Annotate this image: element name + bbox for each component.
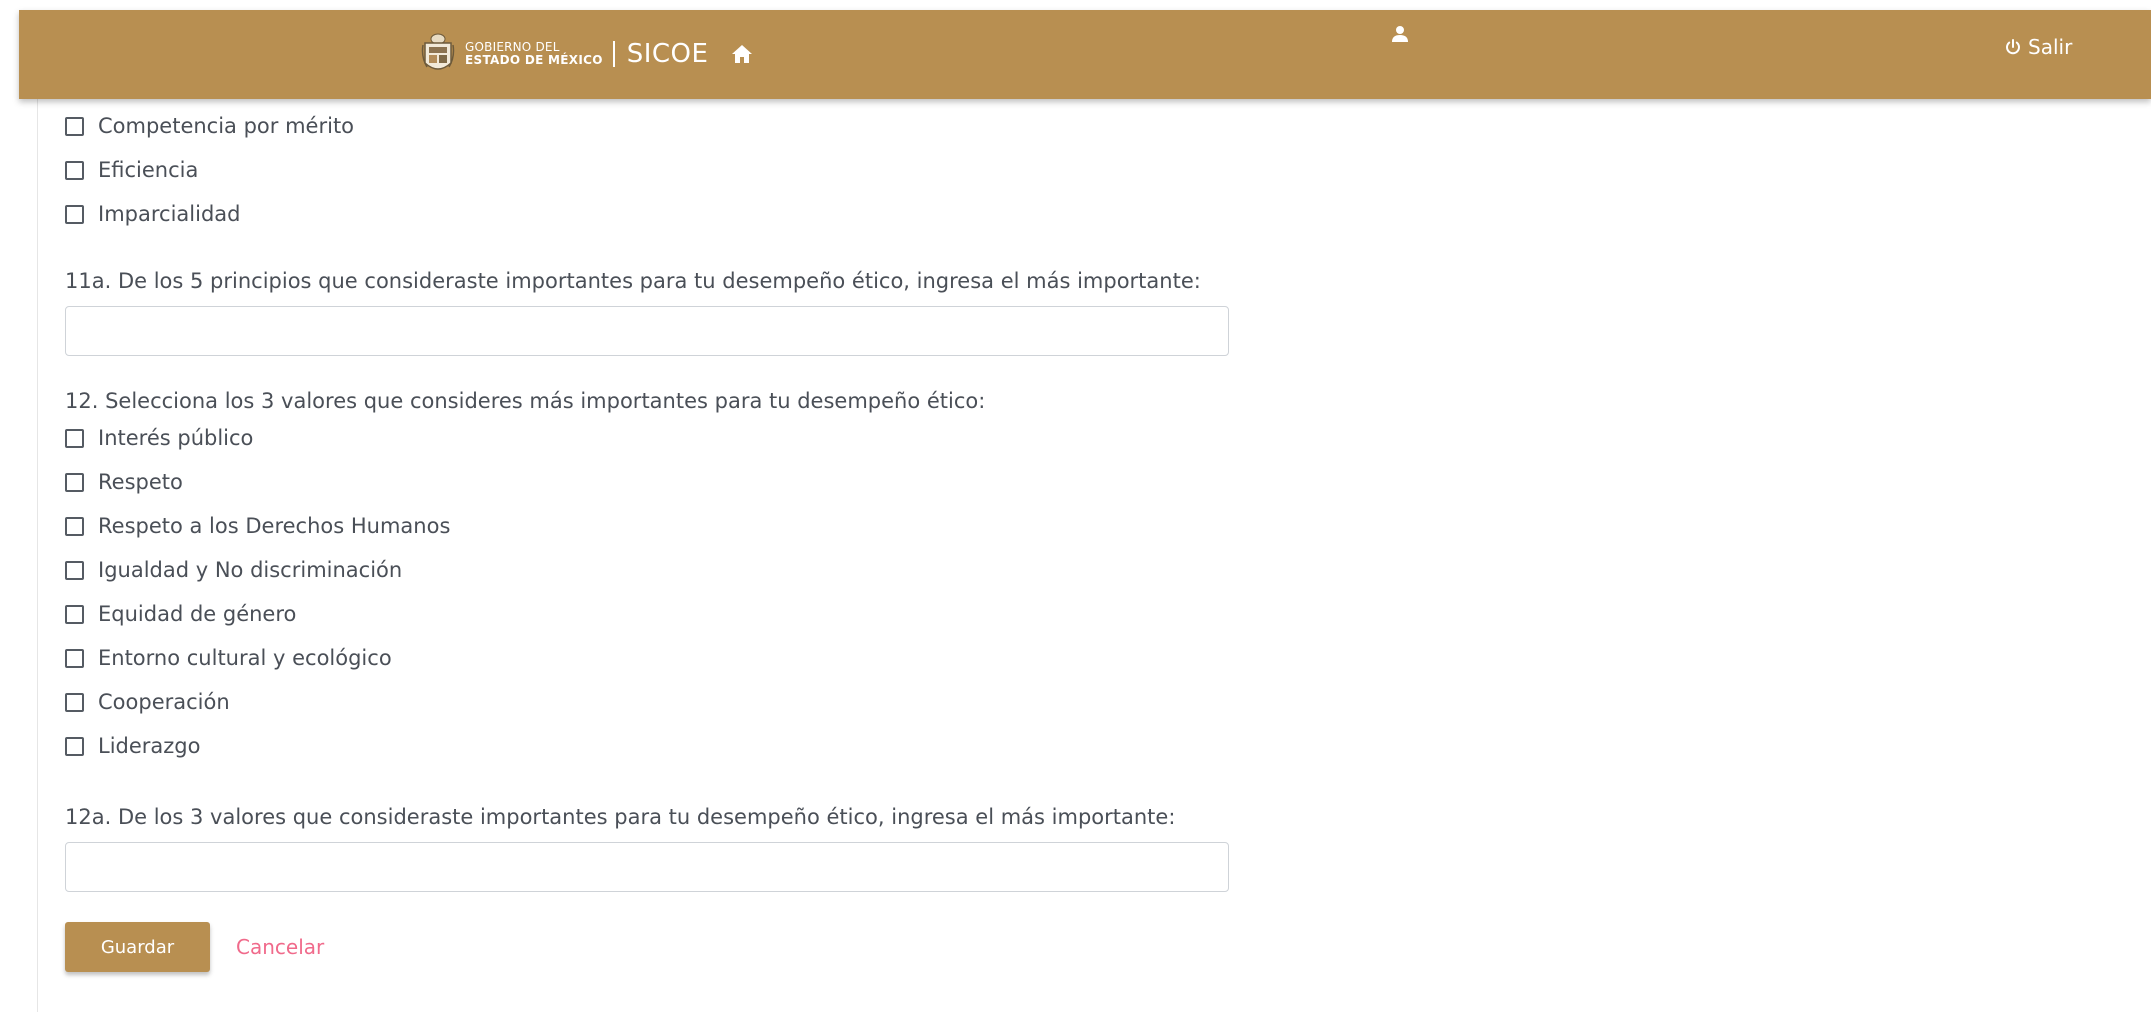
state-seal-icon xyxy=(421,33,455,70)
question-11a-input[interactable] xyxy=(65,306,1229,356)
power-icon xyxy=(2006,39,2020,55)
checkbox[interactable] xyxy=(65,516,84,536)
checkbox[interactable] xyxy=(65,736,84,756)
checkbox[interactable] xyxy=(65,160,84,180)
survey-form: Competencia por mérito Eficiencia Imparc… xyxy=(65,104,1365,972)
checkbox[interactable] xyxy=(65,116,84,136)
checkbox-label: Liderazgo xyxy=(98,734,201,758)
logout-label: Salir xyxy=(2028,35,2073,59)
checkbox-item[interactable]: Liderazgo xyxy=(65,724,1365,768)
question-12a-label: 12a. De los 3 valores que consideraste i… xyxy=(65,805,1176,829)
checkbox-item[interactable]: Competencia por mérito xyxy=(65,104,1365,148)
checkbox-label: Igualdad y No discriminación xyxy=(98,558,403,582)
checkbox-label: Interés público xyxy=(98,426,254,450)
checkbox[interactable] xyxy=(65,560,84,580)
government-line2: ESTADO DE MÉXICO xyxy=(465,53,603,67)
app-name: SICOE xyxy=(626,39,709,69)
values-checklist: Interés público Respeto Respeto a los De… xyxy=(65,416,1365,768)
principles-checklist: Competencia por mérito Eficiencia Imparc… xyxy=(65,104,1365,236)
checkbox[interactable] xyxy=(65,472,84,492)
checkbox-item[interactable]: Respeto xyxy=(65,460,1365,504)
checkbox-item[interactable]: Respeto a los Derechos Humanos xyxy=(65,504,1365,548)
save-button[interactable]: Guardar xyxy=(65,922,210,972)
cancel-link[interactable]: Cancelar xyxy=(236,935,324,959)
checkbox-item[interactable]: Eficiencia xyxy=(65,148,1365,192)
home-icon[interactable] xyxy=(730,42,754,66)
government-name: GOBIERNO DEL ESTADO DE MÉXICO xyxy=(465,41,603,67)
checkbox-item[interactable]: Interés público xyxy=(65,416,1365,460)
content-left-border xyxy=(37,90,38,1012)
checkbox-item[interactable]: Igualdad y No discriminación xyxy=(65,548,1365,592)
checkbox-item[interactable]: Imparcialidad xyxy=(65,192,1365,236)
checkbox-label: Entorno cultural y ecológico xyxy=(98,646,392,670)
checkbox-label: Imparcialidad xyxy=(98,202,241,226)
user-icon[interactable] xyxy=(1391,25,1409,43)
checkbox-label: Equidad de género xyxy=(98,602,297,626)
checkbox-item[interactable]: Equidad de género xyxy=(65,592,1365,636)
checkbox-label: Cooperación xyxy=(98,690,230,714)
checkbox-label: Eficiencia xyxy=(98,158,199,182)
question-11a-label: 11a. De los 5 principios que considerast… xyxy=(65,269,1201,293)
form-actions: Guardar Cancelar xyxy=(65,922,1365,972)
checkbox[interactable] xyxy=(65,648,84,668)
checkbox[interactable] xyxy=(65,428,84,448)
logout-button[interactable]: Salir xyxy=(2005,35,2072,59)
checkbox[interactable] xyxy=(65,204,84,224)
page: GOBIERNO DEL ESTADO DE MÉXICO SICOE Sali… xyxy=(0,0,2151,1012)
brand-divider xyxy=(612,41,615,67)
checkbox-item[interactable]: Entorno cultural y ecológico xyxy=(65,636,1365,680)
question-12a-input[interactable] xyxy=(65,842,1229,892)
checkbox[interactable] xyxy=(65,604,84,624)
question-12-label: 12. Selecciona los 3 valores que conside… xyxy=(65,389,986,413)
checkbox-label: Competencia por mérito xyxy=(98,114,355,138)
checkbox-item[interactable]: Cooperación xyxy=(65,680,1365,724)
checkbox-label: Respeto xyxy=(98,470,183,494)
checkbox-label: Respeto a los Derechos Humanos xyxy=(98,514,451,538)
top-navbar: GOBIERNO DEL ESTADO DE MÉXICO SICOE Sali… xyxy=(19,10,2151,99)
checkbox[interactable] xyxy=(65,692,84,712)
brand: GOBIERNO DEL ESTADO DE MÉXICO SICOE xyxy=(421,32,754,76)
